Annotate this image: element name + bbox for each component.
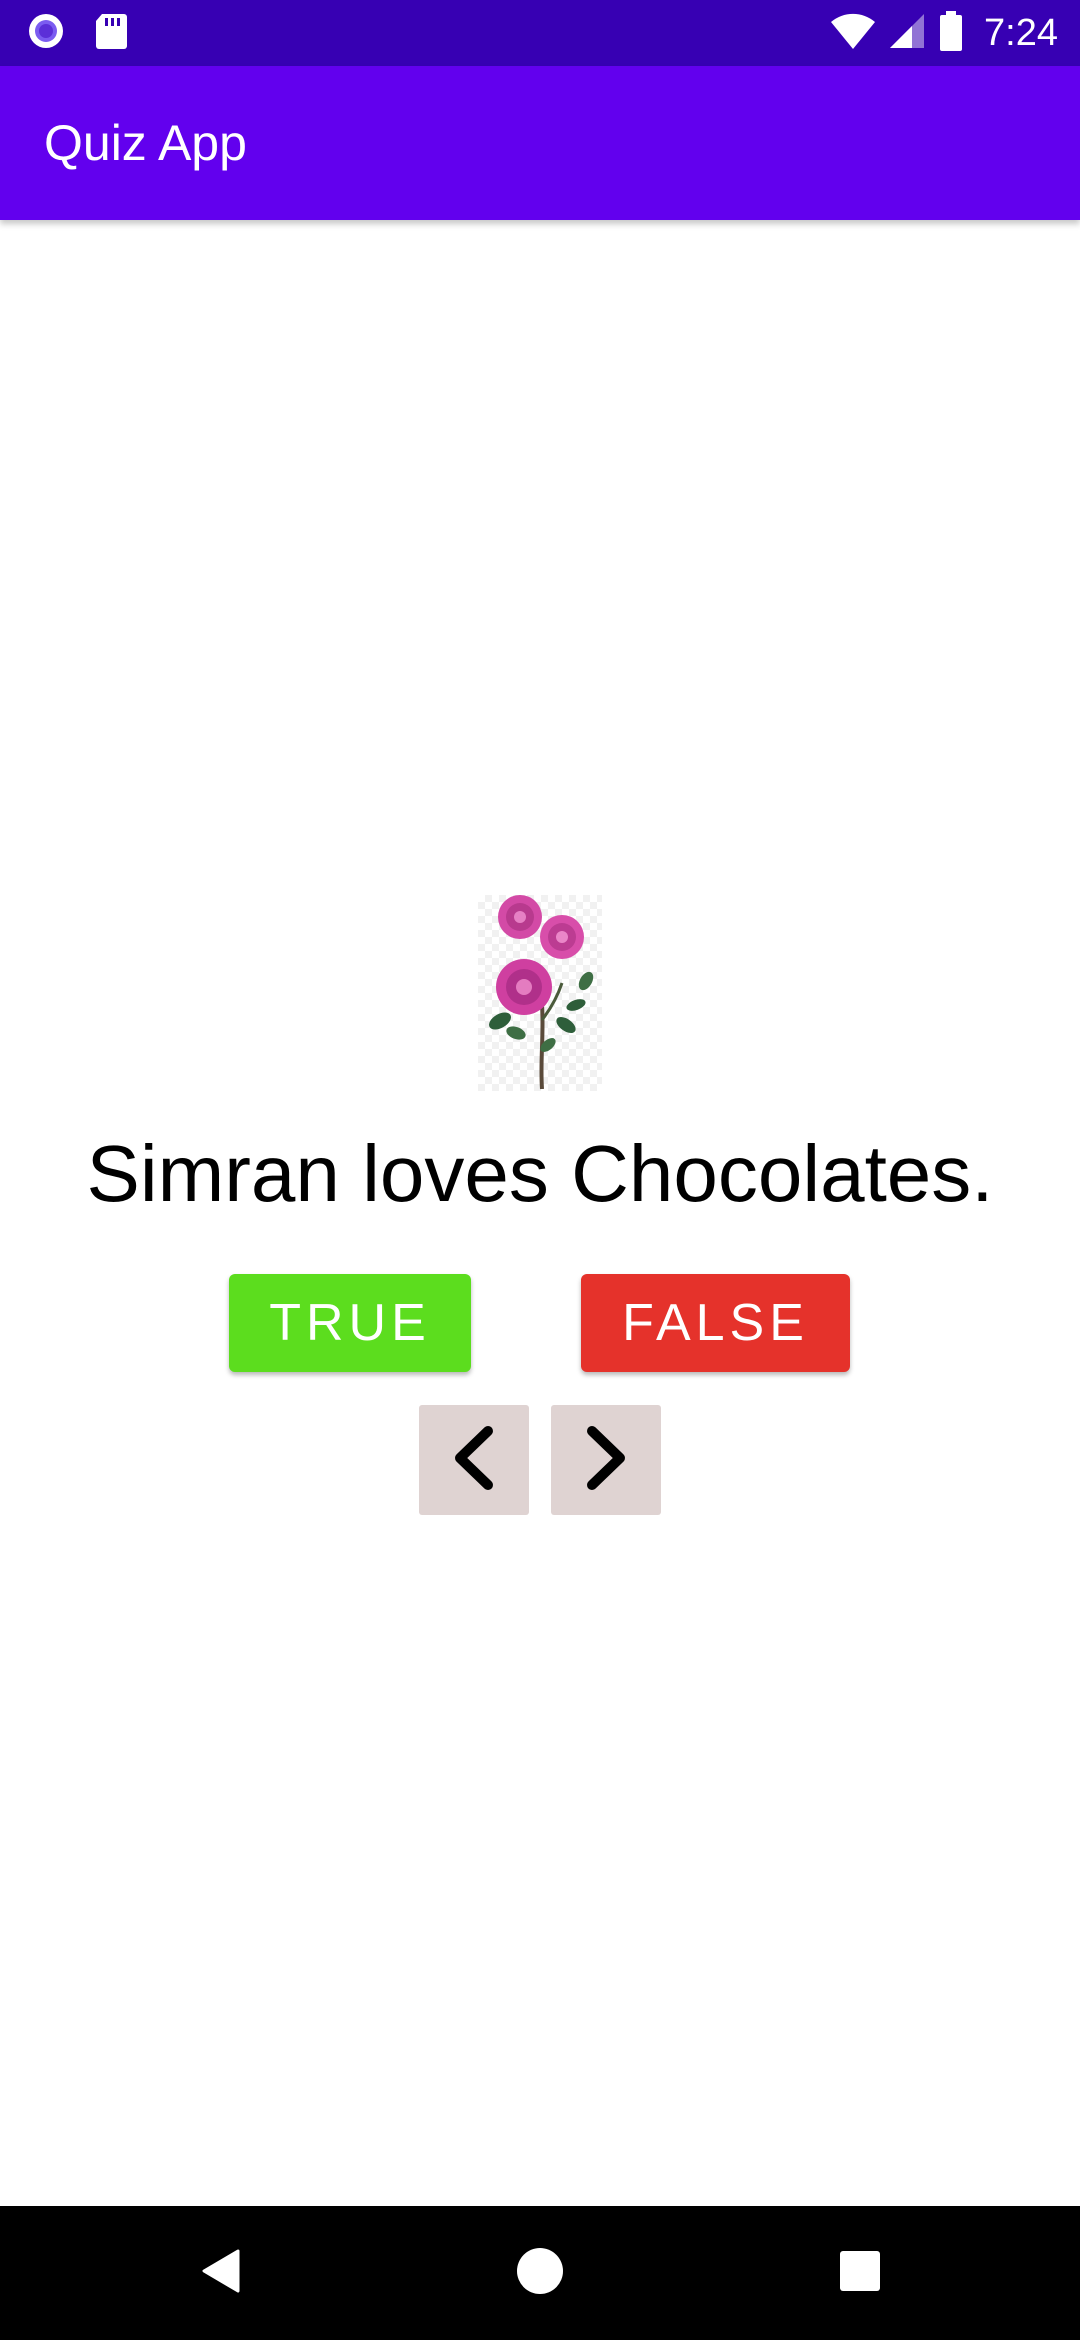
screen: 7:24 Quiz App Simran loves Chocolates. T…: [0, 0, 1080, 2340]
battery-icon: [938, 10, 964, 57]
app-bar: Quiz App: [0, 66, 1080, 220]
status-right: 7:24: [830, 10, 1058, 57]
recents-button[interactable]: [800, 2206, 920, 2340]
sd-card-icon: [94, 12, 128, 55]
home-button[interactable]: [480, 2206, 600, 2340]
status-clock: 7:24: [984, 11, 1058, 54]
false-button[interactable]: FALSE: [581, 1274, 850, 1372]
previous-button[interactable]: [419, 1405, 529, 1515]
system-navigation-bar: [0, 2206, 1080, 2340]
home-icon: [516, 2247, 564, 2300]
back-icon: [198, 2247, 242, 2300]
chevron-left-icon: [444, 1423, 504, 1498]
back-button[interactable]: [160, 2206, 280, 2340]
next-button[interactable]: [551, 1405, 661, 1515]
status-left: [26, 11, 128, 55]
wifi-icon: [830, 11, 876, 56]
chevron-right-icon: [576, 1423, 636, 1498]
cell-signal-icon: [888, 12, 926, 55]
app-title: Quiz App: [44, 115, 247, 171]
recents-icon: [839, 2250, 881, 2297]
question-text: Simran loves Chocolates.: [86, 1129, 994, 1218]
status-bar: 7:24: [0, 0, 1080, 66]
true-button[interactable]: TRUE: [229, 1274, 471, 1372]
rose-flower-image: [478, 895, 602, 1091]
notification-dot-icon: [26, 11, 66, 56]
